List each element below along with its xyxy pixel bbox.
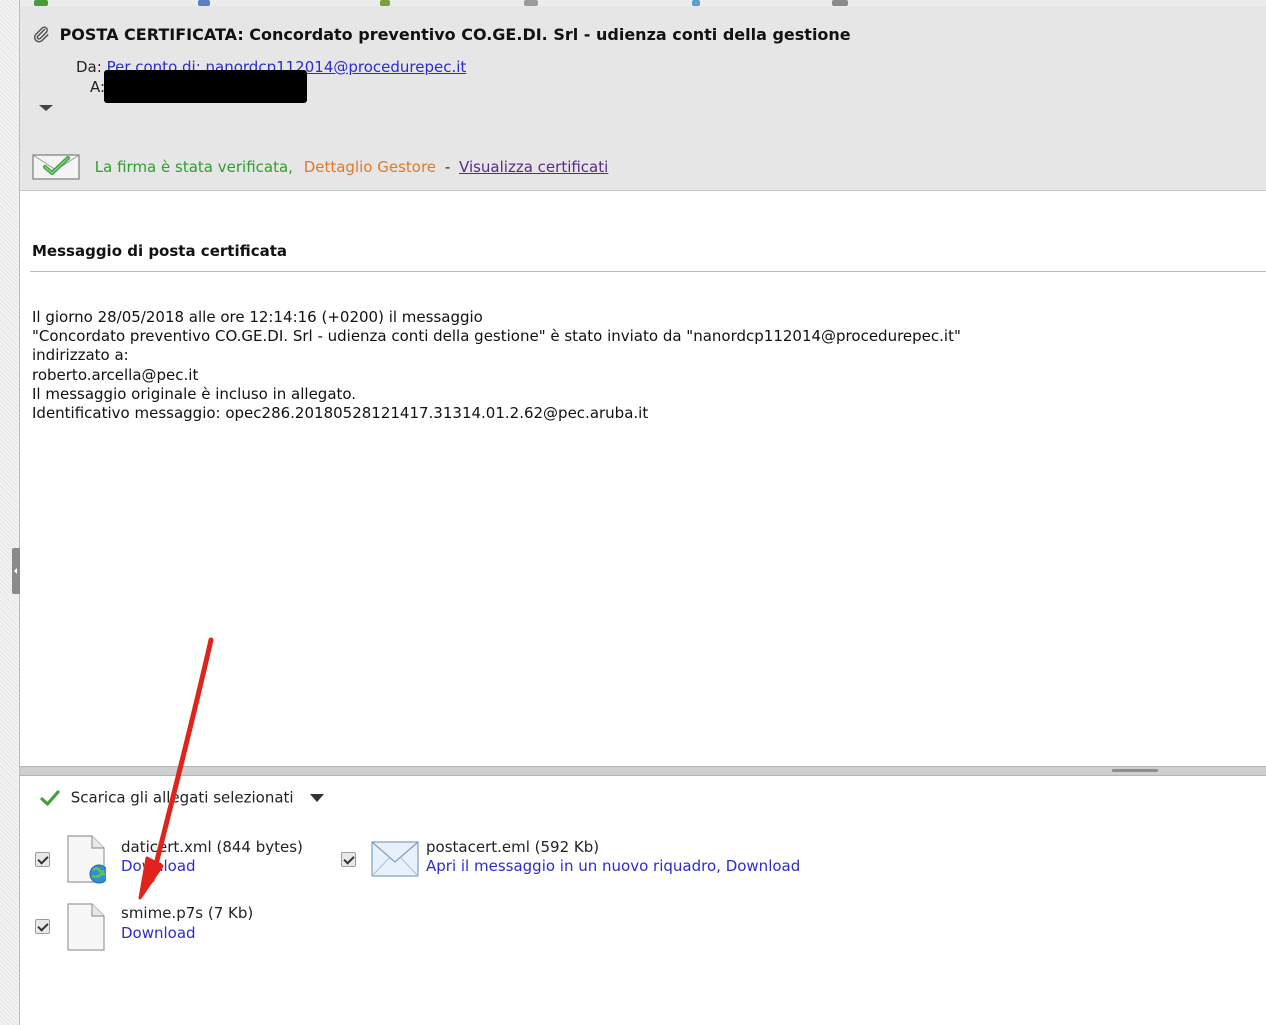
message-line: indirizzato a: [32, 346, 129, 365]
attachment-actions: Download [121, 924, 196, 942]
left-pane-rail [0, 0, 20, 1025]
message-subject: POSTA CERTIFICATA: Concordato preventivo… [32, 25, 851, 44]
download-link[interactable]: Download [726, 857, 801, 875]
to-row: A: [90, 78, 105, 96]
envelope-icon [371, 841, 419, 877]
attachment-checkbox[interactable] [341, 852, 356, 867]
blank-file-icon [67, 903, 105, 951]
download-selected-bar[interactable]: Scarica gli allegati selezionati [40, 788, 325, 807]
signature-status-row: La firma è stata verificata, Dettaglio G… [32, 153, 608, 181]
attachment-actions: Apri il messaggio in un nuovo riquadro, … [426, 857, 800, 875]
attachment-checkbox[interactable] [35, 852, 50, 867]
chevron-down-icon[interactable] [310, 793, 325, 802]
message-line: "Concordato preventivo CO.GE.DI. Srl - u… [32, 327, 961, 346]
from-label: Da: [76, 58, 102, 76]
message-line: roberto.arcella@pec.it [32, 365, 199, 384]
subject-text: POSTA CERTIFICATA: Concordato preventivo… [59, 25, 851, 44]
attachments-splitter[interactable] [20, 766, 1266, 776]
message-line: Identificativo messaggio: opec286.201805… [32, 404, 649, 423]
redaction-bar [104, 70, 307, 103]
attachment-checkbox[interactable] [35, 919, 50, 934]
message-line: Il messaggio originale è incluso in alle… [32, 384, 357, 403]
attachment-name: daticert.xml (844 bytes) [121, 838, 303, 856]
message-header: POSTA CERTIFICATA: Concordato preventivo… [20, 6, 1266, 191]
message-body: Il giorno 28/05/2018 alle ore 12:14:16 (… [32, 308, 961, 423]
expand-header-toggle[interactable] [38, 104, 54, 114]
link-separator: - [444, 158, 451, 176]
attachment-name: postacert.eml (592 Kb) [426, 838, 600, 856]
link-separator: , [716, 857, 726, 875]
paperclip-icon [33, 26, 49, 43]
attachment-name: smime.p7s (7 Kb) [121, 904, 254, 922]
to-label: A: [90, 78, 106, 96]
download-selected-label[interactable]: Scarica gli allegati selezionati [71, 789, 294, 807]
green-check-icon [40, 789, 60, 806]
dettaglio-gestore-link[interactable]: Dettaglio Gestore [304, 158, 436, 176]
download-link[interactable]: Download [121, 857, 196, 875]
message-section-title: Messaggio di posta certificata [32, 242, 288, 260]
visualizza-certificati-link[interactable]: Visualizza certificati [459, 158, 608, 176]
attachment-actions: Download [121, 857, 196, 875]
signed-envelope-icon [32, 154, 80, 180]
download-link[interactable]: Download [121, 924, 196, 942]
collapse-pane-handle[interactable] [12, 548, 20, 594]
section-divider [30, 271, 1266, 272]
message-line: Il giorno 28/05/2018 alle ore 12:14:16 (… [32, 308, 483, 326]
signature-verified-text: La firma è stata verificata, [94, 158, 293, 176]
splitter-grip[interactable] [1112, 769, 1158, 772]
open-in-new-pane-link[interactable]: Apri il messaggio in un nuovo riquadro [426, 857, 716, 875]
xml-file-globe-icon [67, 835, 106, 884]
